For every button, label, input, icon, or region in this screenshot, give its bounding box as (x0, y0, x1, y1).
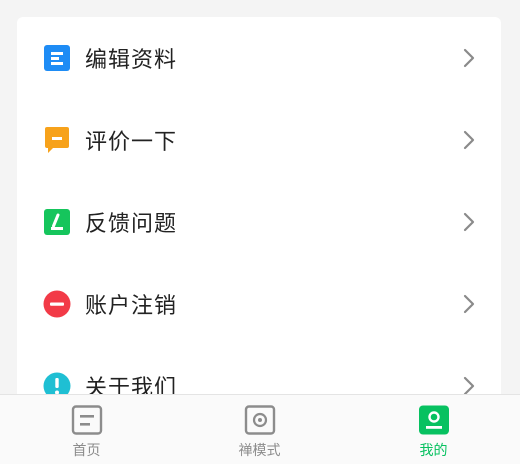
menu-item-delete-account[interactable]: 账户注销 (17, 263, 501, 345)
menu-item-edit-profile[interactable]: 编辑资料 (17, 17, 501, 99)
menu-item-feedback[interactable]: 反馈问题 (17, 181, 501, 263)
delete-account-icon (43, 290, 71, 318)
tab-label: 首页 (72, 443, 101, 459)
settings-menu-card: 编辑资料 评价一下 反馈问题 账户注销 关于我们 (17, 17, 501, 437)
menu-item-label: 账户注销 (85, 294, 178, 319)
rate-icon (45, 127, 69, 153)
bottom-tab-bar: 首页 禅模式 我的 (0, 394, 520, 464)
chevron-right-icon (463, 130, 475, 150)
tab-label: 我的 (419, 443, 448, 459)
screen: 编辑资料 评价一下 反馈问题 账户注销 关于我们 首页 禅模式 我的 (0, 0, 520, 464)
home-icon (71, 405, 102, 435)
chevron-right-icon (463, 212, 475, 232)
tab-zen-mode[interactable]: 禅模式 (173, 395, 346, 464)
menu-item-label: 反馈问题 (85, 212, 178, 237)
tab-label: 禅模式 (238, 443, 281, 459)
zen-mode-icon (244, 405, 275, 435)
profile-icon (418, 405, 449, 435)
menu-item-rate[interactable]: 评价一下 (17, 99, 501, 181)
chevron-right-icon (463, 376, 475, 396)
tab-profile[interactable]: 我的 (347, 395, 520, 464)
chevron-right-icon (463, 48, 475, 68)
chevron-right-icon (463, 294, 475, 314)
tab-home[interactable]: 首页 (0, 395, 173, 464)
menu-item-label: 编辑资料 (85, 48, 178, 73)
edit-profile-icon (44, 45, 70, 71)
feedback-icon (44, 209, 70, 235)
menu-item-label: 评价一下 (85, 130, 178, 155)
